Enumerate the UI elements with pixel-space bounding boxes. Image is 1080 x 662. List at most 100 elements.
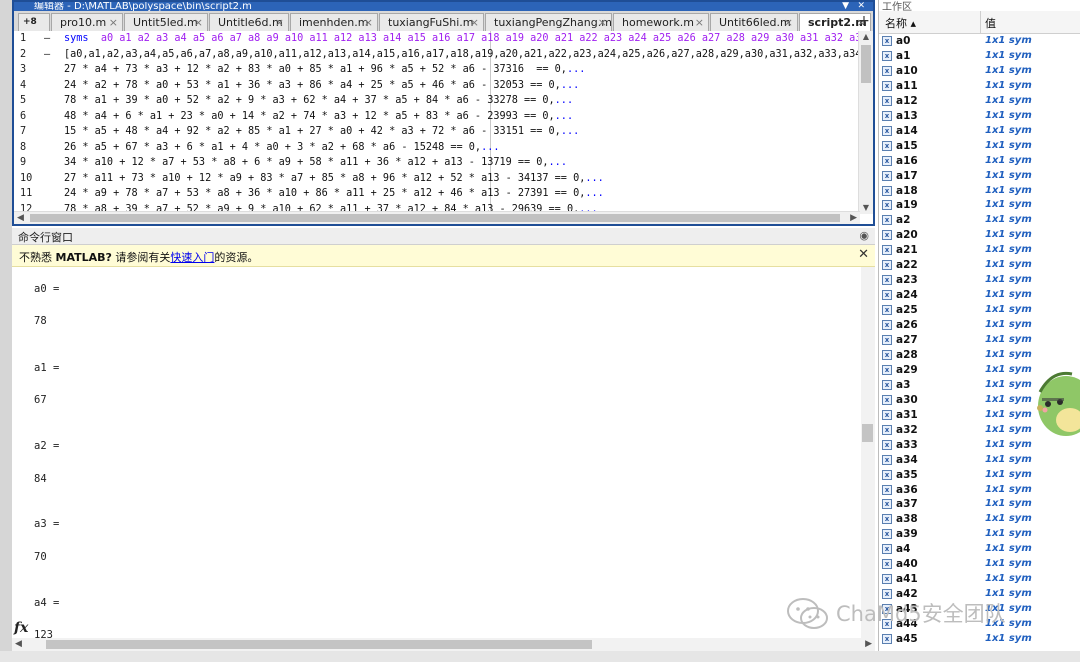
editor-menu-icon[interactable]: ▼ (842, 2, 849, 11)
workspace-variable-row[interactable]: x a24 1x1 sym (879, 288, 1080, 303)
breakpoint-marker[interactable]: – (44, 47, 50, 63)
quick-start-link[interactable]: 快速入门 (170, 251, 214, 264)
sym-variable-icon: x (882, 484, 892, 495)
tab-label: tuxiangFuShi.m (388, 16, 474, 29)
editor-tab[interactable]: Untitle6d.m × (209, 13, 289, 31)
tab-close-icon[interactable]: × (470, 14, 479, 31)
scroll-right-icon[interactable]: ▶ (850, 212, 857, 224)
editor-tab[interactable]: Untit66led.m × (710, 13, 798, 31)
code-line[interactable]: 2 – [a0,a1,a2,a3,a4,a5,a6,a7,a8,a9,a10,a11… (14, 47, 860, 63)
breakpoint-marker[interactable]: – (44, 31, 50, 47)
workspace-variable-row[interactable]: x a36 1x1 sym (879, 483, 1080, 498)
editor-vscroll-thumb[interactable] (861, 45, 871, 83)
workspace-variable-row[interactable]: x a11 1x1 sym (879, 79, 1080, 94)
workspace-variable-row[interactable]: x a2 1x1 sym (879, 213, 1080, 228)
workspace-variable-row[interactable]: x a13 1x1 sym (879, 109, 1080, 124)
scroll-left-icon[interactable]: ◀ (17, 212, 24, 224)
cmd-scroll-right-icon[interactable]: ▶ (865, 638, 872, 651)
workspace-variable-row[interactable]: x a16 1x1 sym (879, 154, 1080, 169)
notice-close-icon[interactable]: ✕ (858, 247, 869, 262)
editor-tab[interactable]: Untit5led.m × (124, 13, 208, 31)
workspace-variable-row[interactable]: x a10 1x1 sym (879, 64, 1080, 79)
command-output[interactable]: a0 = 78 a1 = 67 a2 = 84 a3 = 70 a4 = 123 (12, 267, 861, 638)
variable-name: a33 (896, 438, 918, 451)
workspace-variable-row[interactable]: x a23 1x1 sym (879, 273, 1080, 288)
editor-horizontal-scrollbar[interactable]: ◀ ▶ (14, 211, 860, 224)
workspace-variable-row[interactable]: x a15 1x1 sym (879, 139, 1080, 154)
workspace-variable-row[interactable]: x a27 1x1 sym (879, 333, 1080, 348)
workspace-variable-row[interactable]: x a45 1x1 sym (879, 632, 1080, 647)
code-line[interactable]: 1– syms a0 a1 a2 a3 a4 a5 a6 a7 a8 a9 a10… (14, 31, 860, 47)
workspace-variable-row[interactable]: x a39 1x1 sym (879, 527, 1080, 542)
code-text: syms a0 a1 a2 a3 a4 a5 a6 a7 a8 a9 a10 a… (64, 31, 860, 47)
workspace-variable-row[interactable]: x a17 1x1 sym (879, 169, 1080, 184)
editor-tab[interactable]: tuxiangPengZhang.m × (485, 13, 612, 31)
workspace-variable-row[interactable]: x a0 1x1 sym (879, 34, 1080, 49)
tab-label: pro10.m (60, 16, 107, 29)
code-line[interactable]: 4 24 * a2 + 78 * a0 + 53 * a1 + 36 * a3 +… (14, 78, 860, 94)
editor-tab[interactable]: tuxiangFuShi.m × (379, 13, 484, 31)
command-vertical-scrollbar[interactable] (861, 267, 875, 638)
workspace-variable-row[interactable]: x a33 1x1 sym (879, 438, 1080, 453)
editor-tab[interactable]: +8 (18, 13, 50, 31)
column-header-name[interactable]: 名称 ▴ (885, 15, 916, 31)
workspace-variable-row[interactable]: x a41 1x1 sym (879, 572, 1080, 587)
workspace-variable-row[interactable]: x a21 1x1 sym (879, 243, 1080, 258)
workspace-variable-row[interactable]: x a28 1x1 sym (879, 348, 1080, 363)
workspace-variable-row[interactable]: x a19 1x1 sym (879, 198, 1080, 213)
scroll-down-icon[interactable]: ▼ (859, 202, 873, 214)
workspace-variable-row[interactable]: x a14 1x1 sym (879, 124, 1080, 139)
workspace-variable-row[interactable]: x a22 1x1 sym (879, 258, 1080, 273)
editor-tab[interactable]: imenhden.m × (290, 13, 378, 31)
workspace-variable-row[interactable]: x a40 1x1 sym (879, 557, 1080, 572)
workspace-variable-row[interactable]: x a1 1x1 sym (879, 49, 1080, 64)
code-line[interactable]: 11 24 * a9 + 78 * a7 + 53 * a8 + 36 * a10… (14, 186, 860, 202)
code-area[interactable]: 1– syms a0 a1 a2 a3 a4 a5 a6 a7 a8 a9 a10… (14, 31, 860, 212)
cmd-scroll-left-icon[interactable]: ◀ (15, 638, 22, 651)
code-line[interactable]: 5 78 * a1 + 39 * a0 + 52 * a2 + 9 * a3 + … (14, 93, 860, 109)
column-divider[interactable] (980, 11, 981, 33)
code-line[interactable]: 6 48 * a4 + 6 * a1 + 23 * a0 + 14 * a2 + … (14, 109, 860, 125)
command-horizontal-scrollbar[interactable]: ◀ ▶ (12, 638, 875, 651)
tab-close-icon[interactable]: × (275, 14, 284, 31)
tab-close-icon[interactable]: × (598, 14, 607, 31)
code-line[interactable]: 10 27 * a11 + 73 * a10 + 12 * a9 + 83 * a… (14, 171, 860, 187)
workspace-variable-row[interactable]: x a25 1x1 sym (879, 303, 1080, 318)
workspace-variable-row[interactable]: x a26 1x1 sym (879, 318, 1080, 333)
workspace-header: 名称 ▴ 值 (879, 11, 1080, 34)
code-line[interactable]: 8 26 * a5 + 67 * a3 + 6 * a1 + 4 * a0 + 3… (14, 140, 860, 156)
fx-icon[interactable]: fx (14, 620, 28, 636)
panel-options-icon[interactable]: ◉ (859, 229, 869, 242)
command-hscroll-thumb[interactable] (46, 640, 592, 649)
tab-close-icon[interactable]: × (194, 14, 203, 31)
sym-variable-icon: x (882, 364, 892, 375)
watermark-text: ChaMd5安全团队 (836, 602, 1006, 626)
editor-tab[interactable]: pro10.m × (51, 13, 123, 31)
editor-hscroll-thumb[interactable] (30, 214, 840, 222)
workspace-variable-row[interactable]: x a20 1x1 sym (879, 228, 1080, 243)
workspace-variable-row[interactable]: x a37 1x1 sym (879, 497, 1080, 512)
code-line[interactable]: 9 34 * a10 + 12 * a7 + 53 * a8 + 6 * a9 +… (14, 155, 860, 171)
workspace-variable-row[interactable]: x a35 1x1 sym (879, 468, 1080, 483)
workspace-variable-row[interactable]: x a12 1x1 sym (879, 94, 1080, 109)
tab-close-icon[interactable]: × (695, 14, 704, 31)
variable-value: 1x1 sym (985, 378, 1032, 390)
workspace-variable-row[interactable]: x a18 1x1 sym (879, 184, 1080, 199)
variable-name: a35 (896, 468, 918, 481)
command-vscroll-thumb[interactable] (862, 424, 873, 442)
scroll-up-icon[interactable]: ▲ (859, 31, 873, 43)
code-line[interactable]: 3 27 * a4 + 73 * a3 + 12 * a2 + 83 * a0 +… (14, 62, 860, 78)
column-header-value[interactable]: 值 (985, 15, 996, 31)
tab-close-icon[interactable]: × (364, 14, 373, 31)
editor-tab[interactable]: homework.m × (613, 13, 709, 31)
sym-variable-icon: x (882, 499, 892, 510)
code-line[interactable]: 7 15 * a5 + 48 * a4 + 92 * a2 + 85 * a1 +… (14, 124, 860, 140)
tab-close-icon[interactable]: × (784, 14, 793, 31)
editor-close-icon[interactable]: ✕ (857, 2, 865, 11)
new-tab-button[interactable]: + (857, 13, 871, 30)
editor-vertical-scrollbar[interactable]: ▲ ▼ (858, 31, 873, 214)
workspace-variable-row[interactable]: x a34 1x1 sym (879, 453, 1080, 468)
tab-close-icon[interactable]: × (109, 14, 118, 31)
workspace-variable-row[interactable]: x a4 1x1 sym (879, 542, 1080, 557)
workspace-variable-row[interactable]: x a38 1x1 sym (879, 512, 1080, 527)
